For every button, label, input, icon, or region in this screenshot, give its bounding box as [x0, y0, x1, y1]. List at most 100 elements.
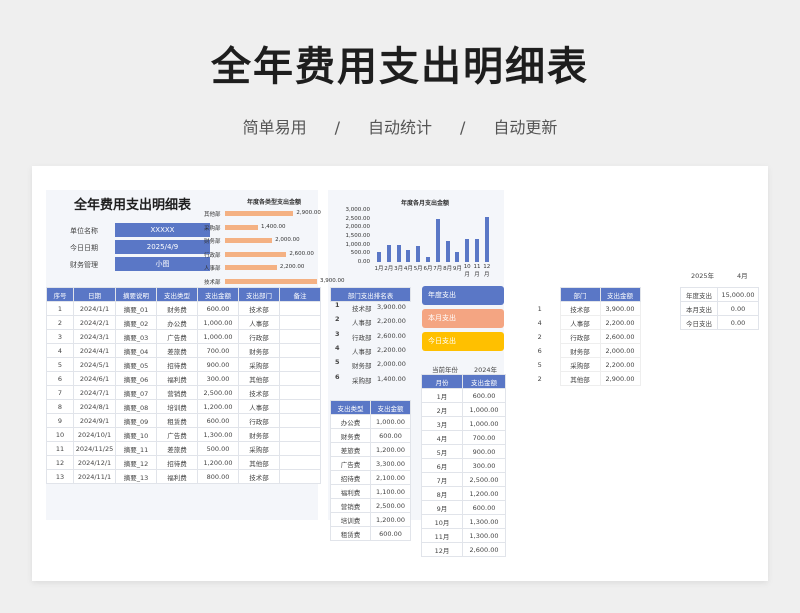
kpi-card[interactable]: 年度支出: [422, 286, 504, 305]
table-cell[interactable]: 10月: [421, 514, 463, 529]
table-cell[interactable]: 人事部: [238, 399, 280, 414]
table-cell[interactable]: 福利费: [156, 371, 198, 386]
table-cell[interactable]: 1,000.00: [462, 402, 506, 417]
table-cell[interactable]: 900.00: [197, 357, 239, 372]
table-cell[interactable]: 3,300.00: [370, 456, 411, 471]
table-cell[interactable]: 人事部: [238, 315, 280, 330]
table-cell[interactable]: 营销费: [156, 385, 198, 400]
table-cell[interactable]: 摘要_02: [115, 315, 157, 330]
table-cell[interactable]: 培训费: [156, 399, 198, 414]
table-cell[interactable]: 行政部: [238, 413, 280, 428]
table-cell[interactable]: 技术部: [238, 301, 280, 316]
table-cell[interactable]: 1月: [421, 388, 463, 403]
table-cell[interactable]: 600.00: [370, 526, 411, 541]
table-cell[interactable]: 摘要_13: [115, 469, 157, 484]
info-value[interactable]: 小图: [115, 257, 210, 271]
table-cell[interactable]: 800.00: [197, 469, 239, 484]
table-cell[interactable]: 2024/6/1: [73, 371, 116, 386]
table-cell[interactable]: 今日支出: [680, 315, 718, 330]
table-cell[interactable]: 10: [46, 427, 74, 442]
table-cell[interactable]: 0.00: [717, 301, 759, 316]
table-cell[interactable]: 1,300.00: [462, 528, 506, 543]
table-cell[interactable]: 2: [520, 371, 560, 386]
table-cell[interactable]: 600.00: [462, 500, 506, 515]
table-cell[interactable]: 摘要_01: [115, 301, 157, 316]
table-cell[interactable]: 8: [46, 399, 74, 414]
table-cell[interactable]: 300.00: [462, 458, 506, 473]
table-cell[interactable]: 培训费: [330, 512, 371, 527]
table-cell[interactable]: 2024/8/1: [73, 399, 116, 414]
table-cell[interactable]: 7月: [421, 472, 463, 487]
table-cell[interactable]: 技术部: [559, 301, 601, 316]
table-cell[interactable]: [279, 441, 321, 456]
table-cell[interactable]: 2,500.00: [462, 472, 506, 487]
table-cell[interactable]: 1,200.00: [370, 442, 411, 457]
table-cell[interactable]: 差旅费: [156, 343, 198, 358]
table-cell[interactable]: 福利费: [156, 469, 198, 484]
table-cell[interactable]: 1,000.00: [197, 315, 239, 330]
table-cell[interactable]: 差旅费: [330, 442, 371, 457]
table-cell[interactable]: 2024/3/1: [73, 329, 116, 344]
table-cell[interactable]: 2: [46, 315, 74, 330]
table-cell[interactable]: 600.00: [197, 413, 239, 428]
table-cell[interactable]: 2,100.00: [370, 470, 411, 485]
table-cell[interactable]: 摘要_11: [115, 441, 157, 456]
table-cell[interactable]: 摘要_07: [115, 385, 157, 400]
table-cell[interactable]: 9: [46, 413, 74, 428]
table-cell[interactable]: 摘要_03: [115, 329, 157, 344]
table-cell[interactable]: 700.00: [197, 343, 239, 358]
table-cell[interactable]: 2024/7/1: [73, 385, 116, 400]
table-cell[interactable]: 1,100.00: [370, 484, 411, 499]
table-cell[interactable]: 2,600.00: [462, 542, 506, 557]
table-cell[interactable]: 1: [46, 301, 74, 316]
table-cell[interactable]: 财务费: [330, 428, 371, 443]
table-cell[interactable]: 办公费: [330, 414, 371, 429]
table-cell[interactable]: 技术部: [238, 469, 280, 484]
table-cell[interactable]: 1,200.00: [197, 399, 239, 414]
table-cell[interactable]: 3月: [421, 416, 463, 431]
kpi-card[interactable]: 今日支出: [422, 332, 504, 351]
table-cell[interactable]: [279, 427, 321, 442]
table-cell[interactable]: 1,000.00: [197, 329, 239, 344]
table-cell[interactable]: 其他部: [238, 371, 280, 386]
table-cell[interactable]: 6月: [421, 458, 463, 473]
table-cell[interactable]: 600.00: [197, 301, 239, 316]
table-cell[interactable]: 摘要_12: [115, 455, 157, 470]
table-cell[interactable]: 广告费: [156, 427, 198, 442]
table-cell[interactable]: 2月: [421, 402, 463, 417]
table-cell[interactable]: [279, 399, 321, 414]
table-cell[interactable]: 2024/11/25: [73, 441, 116, 456]
table-cell[interactable]: 营销费: [330, 498, 371, 513]
table-cell[interactable]: 办公费: [156, 315, 198, 330]
table-cell[interactable]: 广告费: [156, 329, 198, 344]
table-cell[interactable]: 5: [520, 357, 560, 372]
table-cell[interactable]: 500.00: [197, 441, 239, 456]
table-cell[interactable]: 1,000.00: [370, 414, 411, 429]
table-cell[interactable]: [279, 455, 321, 470]
table-cell[interactable]: 人事部: [559, 315, 601, 330]
table-cell[interactable]: 0.00: [717, 315, 759, 330]
info-value[interactable]: 2025/4/9: [115, 240, 210, 254]
table-cell[interactable]: 2,000.00: [599, 343, 641, 358]
table-cell[interactable]: [279, 469, 321, 484]
table-cell[interactable]: 福利费: [330, 484, 371, 499]
table-cell[interactable]: 年度支出: [680, 287, 718, 302]
table-cell[interactable]: 2,500.00: [370, 498, 411, 513]
table-cell[interactable]: 600.00: [462, 388, 506, 403]
table-cell[interactable]: 2024/5/1: [73, 357, 116, 372]
table-cell[interactable]: 其他部: [238, 455, 280, 470]
table-cell[interactable]: 4: [520, 315, 560, 330]
table-cell[interactable]: 600.00: [370, 428, 411, 443]
table-cell[interactable]: [279, 385, 321, 400]
table-cell[interactable]: 采购部: [559, 357, 601, 372]
table-cell[interactable]: 1,200.00: [197, 455, 239, 470]
table-cell[interactable]: 2024/12/1: [73, 455, 116, 470]
table-cell[interactable]: 3: [46, 329, 74, 344]
table-cell[interactable]: 2,200.00: [599, 357, 641, 372]
table-cell[interactable]: 摘要_04: [115, 343, 157, 358]
table-cell[interactable]: 2024/2/1: [73, 315, 116, 330]
table-cell[interactable]: 采购部: [238, 357, 280, 372]
table-cell[interactable]: 700.00: [462, 430, 506, 445]
table-cell[interactable]: 2024/10/1: [73, 427, 116, 442]
table-cell[interactable]: 差旅费: [156, 441, 198, 456]
